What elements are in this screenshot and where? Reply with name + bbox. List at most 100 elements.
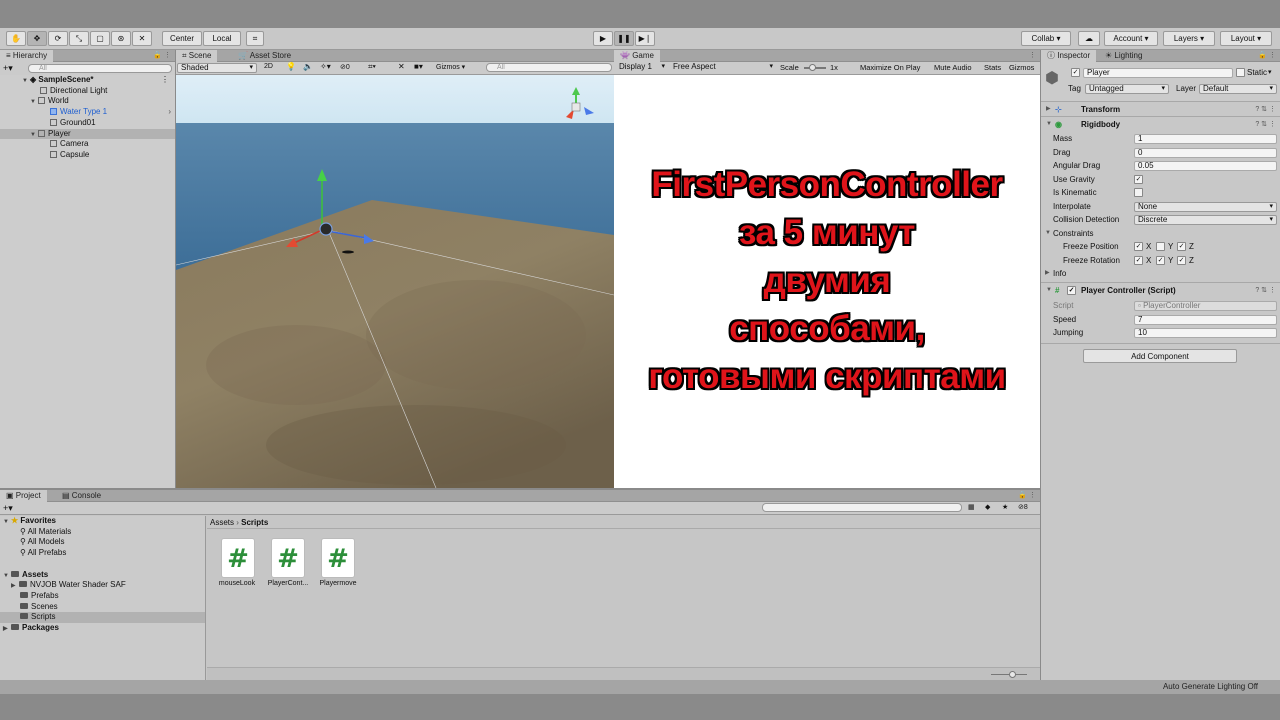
custom-tool-icon[interactable]: ✕ <box>132 31 152 46</box>
add-component-button[interactable]: Add Component <box>1083 349 1237 363</box>
freeze-rot-y-checkbox[interactable]: ✓ <box>1156 255 1165 265</box>
stats-toggle[interactable]: Stats <box>984 63 1001 72</box>
breadcrumb-scripts[interactable]: Scripts <box>241 518 268 527</box>
active-checkbox[interactable]: ✓ <box>1071 68 1080 77</box>
chevron-right-icon[interactable]: › <box>168 107 171 118</box>
jumping-field[interactable]: 10 <box>1134 328 1277 338</box>
scene-viewport[interactable] <box>176 75 614 488</box>
player-capsule[interactable] <box>319 222 333 236</box>
collapse-arrow-icon[interactable]: ▶ <box>1046 102 1051 117</box>
project-search-input[interactable] <box>762 503 962 512</box>
tab-inspector[interactable]: ⓘ Inspector <box>1041 50 1097 62</box>
icon-size-slider-thumb[interactable] <box>1009 671 1016 678</box>
tree-item-prefabs[interactable]: Prefabs <box>0 591 205 602</box>
favorite-star-icon[interactable]: ★ <box>1002 503 1008 511</box>
grid-toggle-icon[interactable]: ⌗▾ <box>368 62 376 72</box>
2d-toggle[interactable]: 2D <box>264 63 273 70</box>
layers-dropdown[interactable]: Layers ▾ <box>1163 31 1215 46</box>
object-name-field[interactable]: Player <box>1083 68 1233 78</box>
tab-asset-store[interactable]: 🛒 Asset Store <box>232 50 297 62</box>
mass-field[interactable]: 1 <box>1134 134 1277 144</box>
panel-menu-icon[interactable]: 🔒 ⋮ <box>1258 50 1276 62</box>
tab-hierarchy[interactable]: ≡ Hierarchy <box>0 50 54 62</box>
freeze-rot-z-checkbox[interactable]: ✓ <box>1177 255 1186 265</box>
game-gizmos-toggle[interactable]: Gizmos <box>1009 63 1034 72</box>
account-dropdown[interactable]: Account ▾ <box>1104 31 1158 46</box>
hidden-objects-toggle[interactable]: ⊘0 <box>340 63 350 71</box>
search-by-type-icon[interactable]: ▦ <box>968 503 975 511</box>
step-button[interactable]: ▶❘ <box>635 31 655 46</box>
component-menu-icon[interactable]: ? ⇅ ⋮ <box>1255 283 1276 298</box>
tree-item-assets[interactable]: ▼ Assets <box>0 570 205 581</box>
scene-root-item[interactable]: ▼ ◈ SampleScene* ⋮ <box>0 75 175 86</box>
expand-arrow-icon[interactable]: ▶ <box>1045 267 1050 281</box>
camera-dropdown-icon[interactable]: ■▾ <box>414 62 423 71</box>
hidden-packages-toggle[interactable]: ⊘8 <box>1018 503 1028 511</box>
cloud-icon[interactable]: ☁ <box>1078 31 1100 46</box>
hierarchy-item-player[interactable]: ▼ Player <box>0 128 175 140</box>
tree-item-nvjob[interactable]: ▶ NVJOB Water Shader SAF <box>0 580 205 591</box>
aspect-dropdown[interactable]: Free Aspect <box>670 63 776 73</box>
angular-drag-field[interactable]: 0.05 <box>1134 161 1277 171</box>
mute-audio-toggle[interactable]: Mute Audio <box>934 63 972 72</box>
hand-tool-icon[interactable]: ✋ <box>6 31 26 46</box>
tree-item-packages[interactable]: ▶ Packages <box>0 623 205 634</box>
panel-menu-icon[interactable]: 🔒 ⋮ <box>1018 490 1036 502</box>
freeze-pos-z-checkbox[interactable]: ✓ <box>1177 242 1186 251</box>
search-by-label-icon[interactable]: ◆ <box>985 503 990 511</box>
collision-detection-dropdown[interactable]: Discrete <box>1134 215 1277 225</box>
panel-menu-icon[interactable]: ⋮ <box>1029 50 1036 62</box>
hierarchy-item-water[interactable]: Water Type 1 › <box>0 107 175 118</box>
display-dropdown[interactable]: Display 1 <box>616 63 668 73</box>
info-row[interactable]: ▶ Info <box>1041 267 1280 281</box>
script-enabled-checkbox[interactable]: ✓ <box>1067 286 1076 295</box>
game-viewport[interactable]: FirstPersonController за 5 минут двумия … <box>614 75 1040 488</box>
static-dropdown-icon[interactable]: ▾ <box>1268 68 1272 78</box>
collab-dropdown[interactable]: Collab ▾ <box>1021 31 1071 46</box>
audio-toggle-icon[interactable]: 🔈 <box>303 62 313 71</box>
collapse-arrow-icon[interactable]: ▼ <box>1046 117 1052 132</box>
tab-lighting[interactable]: ☀ Lighting <box>1099 50 1148 62</box>
hierarchy-item-directional-light[interactable]: Directional Light <box>0 86 175 97</box>
tree-item-scripts[interactable]: Scripts <box>0 612 205 623</box>
scene-menu-icon[interactable]: ⋮ <box>161 75 169 86</box>
tag-dropdown[interactable]: Untagged <box>1085 84 1169 94</box>
tree-item-scenes[interactable]: Scenes <box>0 602 205 613</box>
collapse-arrow-icon[interactable]: ▼ <box>1045 227 1051 241</box>
tree-item-all-materials[interactable]: ⚲ All Materials <box>0 527 205 538</box>
freeze-rot-x-checkbox[interactable]: ✓ <box>1134 255 1143 265</box>
rotate-tool-icon[interactable]: ⟳ <box>48 31 68 46</box>
freeze-pos-x-checkbox[interactable]: ✓ <box>1134 242 1143 251</box>
rigidbody-component-header[interactable]: ▼ ◉ Rigidbody ? ⇅ ⋮ <box>1041 116 1280 131</box>
freeze-pos-y-checkbox[interactable] <box>1156 242 1165 251</box>
rect-tool-icon[interactable]: ▢ <box>90 31 110 46</box>
maximize-on-play-toggle[interactable]: Maximize On Play <box>860 63 920 72</box>
transform-component-header[interactable]: ▶ ⊹ Transform ? ⇅ ⋮ <box>1041 101 1280 116</box>
static-checkbox[interactable] <box>1236 68 1245 77</box>
gizmos-dropdown[interactable]: Gizmos ▾ <box>436 63 465 71</box>
play-button[interactable]: ▶ <box>593 31 613 46</box>
scene-search-input[interactable]: All <box>486 63 612 72</box>
hierarchy-item-camera[interactable]: Camera <box>0 139 175 150</box>
hierarchy-search-input[interactable]: All <box>28 64 172 73</box>
constraints-row[interactable]: ▼ Constraints <box>1041 227 1280 241</box>
drag-field[interactable]: 0 <box>1134 147 1277 158</box>
layout-dropdown[interactable]: Layout ▾ <box>1220 31 1272 46</box>
component-menu-icon[interactable]: ? ⇅ ⋮ <box>1255 102 1276 117</box>
use-gravity-checkbox[interactable]: ✓ <box>1134 174 1143 184</box>
panel-menu-icon[interactable]: 🔒 ⋮ <box>153 50 171 62</box>
tree-item-all-models[interactable]: ⚲ All Models <box>0 537 205 548</box>
tab-console[interactable]: ▤ Console <box>56 490 107 502</box>
expand-arrow-icon[interactable]: ▶ <box>3 624 11 635</box>
scale-slider-thumb[interactable] <box>809 64 816 71</box>
layer-dropdown[interactable]: Default <box>1199 84 1277 94</box>
effects-dropdown-icon[interactable]: ✧▾ <box>320 62 331 71</box>
tree-item-favorites[interactable]: ▼ ★ Favorites <box>0 516 205 527</box>
speed-field[interactable]: 7 <box>1134 314 1277 325</box>
pause-button[interactable]: ❚❚ <box>614 31 634 46</box>
create-plus-icon[interactable]: +▾ <box>3 63 13 74</box>
scale-tool-icon[interactable]: ⤡ <box>69 31 89 46</box>
asset-item-playermove[interactable]: # Playermove <box>308 530 368 590</box>
pivot-local-button[interactable]: Local <box>203 31 241 46</box>
breadcrumb-assets[interactable]: Assets <box>210 518 234 527</box>
